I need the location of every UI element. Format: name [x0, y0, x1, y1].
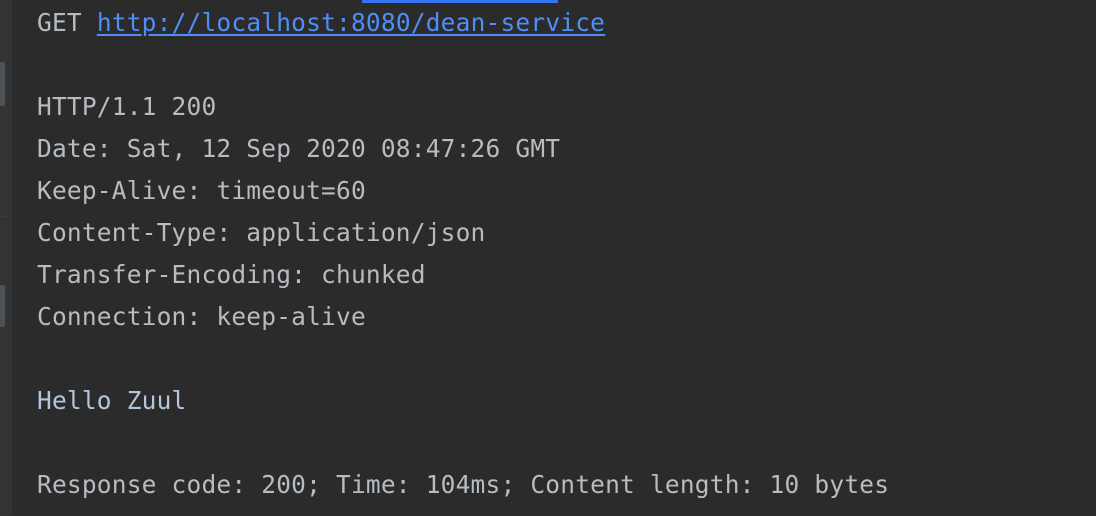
request-method: GET [37, 8, 82, 37]
header-content-type: Content-Type: application/json [37, 218, 486, 247]
header-transfer-encoding: Transfer-Encoding: chunked [37, 260, 426, 289]
http-client-response-panel: GET http://localhost:8080/dean-service H… [0, 0, 1096, 516]
editor-gutter [0, 0, 12, 516]
active-tab-indicator [362, 0, 558, 3]
header-date: Date: Sat, 12 Sep 2020 08:47:26 GMT [37, 134, 561, 163]
request-url-link[interactable]: http://localhost:8080/dean-service [97, 8, 605, 37]
gutter-fold-marker[interactable] [0, 62, 5, 106]
header-connection: Connection: keep-alive [37, 302, 366, 331]
request-line: GET http://localhost:8080/dean-service [37, 8, 605, 38]
gutter-fold-marker[interactable] [0, 285, 5, 327]
header-keep-alive: Keep-Alive: timeout=60 [37, 176, 366, 205]
status-line: HTTP/1.1 200 [37, 92, 217, 121]
response-body: Hello Zuul [37, 386, 187, 415]
response-summary: Response code: 200; Time: 104ms; Content… [37, 470, 890, 499]
gutter-divider [0, 216, 5, 217]
